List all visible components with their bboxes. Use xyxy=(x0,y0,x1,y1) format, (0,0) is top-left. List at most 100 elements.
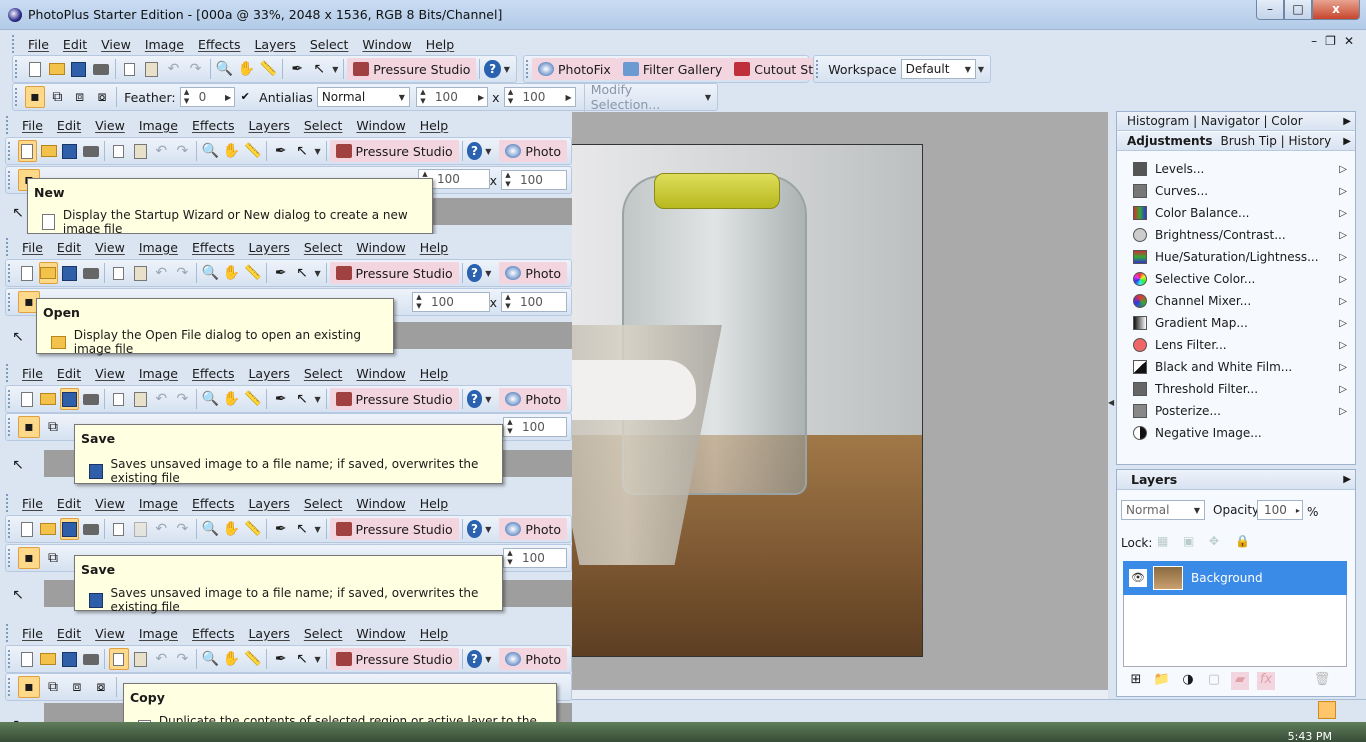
lock-all-icon[interactable]: 🔒 xyxy=(1235,534,1250,548)
adjustment-item[interactable]: Curves... ▷ xyxy=(1117,180,1355,202)
menu-effects[interactable]: Effects xyxy=(185,366,242,381)
add-selection-icon[interactable]: ⧉ xyxy=(42,676,64,698)
doc-close-button[interactable]: ✕ xyxy=(1344,34,1354,48)
undo-icon[interactable]: ↶ xyxy=(152,140,171,162)
chevron-right-icon[interactable]: ▷ xyxy=(1339,406,1347,417)
copy-icon[interactable] xyxy=(109,388,128,410)
adjustment-item[interactable]: Negative Image... xyxy=(1117,422,1355,444)
menu-file[interactable]: File xyxy=(21,37,56,52)
menu-help[interactable]: Help xyxy=(413,626,456,641)
height-input[interactable]: ▲ ▼ 100 xyxy=(503,548,567,568)
menu-file[interactable]: File xyxy=(15,626,50,641)
color-picker-icon[interactable]: ✒ xyxy=(271,262,290,284)
save-disk-icon[interactable] xyxy=(60,140,79,162)
menu-file[interactable]: File xyxy=(15,118,50,133)
new-file-icon[interactable] xyxy=(17,140,38,162)
hand-icon[interactable]: ✋ xyxy=(222,262,241,284)
new-file-icon[interactable] xyxy=(18,518,37,540)
menu-file[interactable]: File xyxy=(15,496,50,511)
pointer-icon[interactable]: ↖ xyxy=(309,58,329,80)
pointer-icon[interactable]: ↖ xyxy=(292,262,311,284)
print-icon[interactable] xyxy=(81,262,100,284)
lock-transparency-icon[interactable]: ▦ xyxy=(1157,534,1168,548)
menu-effects[interactable]: Effects xyxy=(191,37,248,52)
chevron-right-icon[interactable]: ▷ xyxy=(1339,252,1347,263)
ruler-icon[interactable]: 📏 xyxy=(243,140,262,162)
menu-select[interactable]: Select xyxy=(303,37,356,52)
menu-view[interactable]: View xyxy=(94,37,138,52)
menu-window[interactable]: Window xyxy=(355,37,418,52)
menu-help[interactable]: Help xyxy=(413,240,456,255)
new-selection-icon[interactable]: ▪ xyxy=(18,547,40,569)
menu-view[interactable]: View xyxy=(88,118,132,133)
adjustment-item[interactable]: Channel Mixer... ▷ xyxy=(1117,290,1355,312)
open-folder-icon[interactable] xyxy=(39,140,58,162)
filter-gallery-button[interactable]: Filter Gallery xyxy=(616,58,729,80)
menu-image[interactable]: Image xyxy=(132,118,185,133)
menu-effects[interactable]: Effects xyxy=(185,118,242,133)
color-picker-icon[interactable]: ✒ xyxy=(271,140,290,162)
open-folder-icon[interactable] xyxy=(39,388,58,410)
menu-select[interactable]: Select xyxy=(297,118,350,133)
toolbar-options-icon[interactable]: ▼ xyxy=(978,65,984,74)
width-input[interactable]: ▲▼100 xyxy=(412,292,490,312)
delete-layer-icon[interactable]: 🗑 xyxy=(1313,672,1331,690)
subtract-selection-icon[interactable]: ⧈ xyxy=(66,676,88,698)
help-icon[interactable]: ? xyxy=(466,520,483,538)
subtract-selection-icon[interactable]: ⧈ xyxy=(70,86,90,108)
save-disk-icon[interactable] xyxy=(60,262,79,284)
print-icon[interactable] xyxy=(81,648,100,670)
toolbar-options-icon[interactable]: ▼ xyxy=(504,65,510,74)
paste-icon[interactable] xyxy=(131,140,150,162)
save-disk-icon[interactable] xyxy=(69,58,89,80)
print-icon[interactable] xyxy=(81,140,100,162)
undo-icon[interactable]: ↶ xyxy=(152,648,171,670)
menu-help[interactable]: Help xyxy=(413,118,456,133)
ruler-icon[interactable]: 📏 xyxy=(243,388,262,410)
adjustment-item[interactable]: Posterize... ▷ xyxy=(1117,400,1355,422)
menu-effects[interactable]: Effects xyxy=(185,240,242,255)
lock-position-icon[interactable]: ✥ xyxy=(1209,534,1219,548)
menu-select[interactable]: Select xyxy=(297,496,350,511)
add-selection-icon[interactable]: ⧉ xyxy=(42,547,64,569)
new-group-icon[interactable]: 📁 xyxy=(1153,672,1171,690)
menu-file[interactable]: File xyxy=(15,240,50,255)
close-button[interactable]: x xyxy=(1312,0,1360,20)
toolbar-options-icon[interactable]: ▼ xyxy=(705,93,711,102)
new-file-icon[interactable] xyxy=(25,58,45,80)
menu-window[interactable]: Window xyxy=(349,118,412,133)
menu-image[interactable]: Image xyxy=(132,496,185,511)
pressure-studio-button[interactable]: Pressure Studio xyxy=(329,518,459,540)
chevron-right-icon[interactable]: ▷ xyxy=(1339,362,1347,373)
panel-tabs-top[interactable]: Histogram | Navigator | Color ▶ xyxy=(1117,112,1355,131)
menu-view[interactable]: View xyxy=(88,496,132,511)
height-input[interactable]: ▲ ▼ 100 xyxy=(501,170,567,190)
adjustment-item[interactable]: Brightness/Contrast... ▷ xyxy=(1117,224,1355,246)
menu-layers[interactable]: Layers xyxy=(241,366,296,381)
panel-menu-icon[interactable]: ▶ xyxy=(1343,136,1351,147)
new-file-icon[interactable] xyxy=(18,262,37,284)
print-icon[interactable] xyxy=(81,518,100,540)
menu-window[interactable]: Window xyxy=(349,366,412,381)
adjustment-item[interactable]: Lens Filter... ▷ xyxy=(1117,334,1355,356)
adjustment-item[interactable]: Hue/Saturation/Lightness... ▷ xyxy=(1117,246,1355,268)
redo-icon[interactable]: ↷ xyxy=(173,140,192,162)
panel-collapse-handle[interactable]: ◀ xyxy=(1108,112,1116,689)
intersect-selection-icon[interactable]: ⧇ xyxy=(92,86,112,108)
hand-icon[interactable]: ✋ xyxy=(222,140,241,162)
pressure-studio-button[interactable]: Pressure Studio xyxy=(329,648,459,670)
intersect-selection-icon[interactable]: ⧇ xyxy=(90,676,112,698)
ruler-icon[interactable]: 📏 xyxy=(243,648,262,670)
copy-icon[interactable] xyxy=(109,140,128,162)
chevron-right-icon[interactable]: ▷ xyxy=(1339,340,1347,351)
menu-effects[interactable]: Effects xyxy=(185,496,242,511)
photofix-button[interactable]: Photo xyxy=(499,140,568,162)
fit-window-icon[interactable] xyxy=(1318,701,1336,719)
paste-icon[interactable] xyxy=(131,262,150,284)
feather-input[interactable]: ▲ ▼ 0 ▶ xyxy=(179,87,236,107)
menu-layers[interactable]: Layers xyxy=(241,118,296,133)
help-icon[interactable]: ? xyxy=(466,142,483,160)
photofix-button[interactable]: Photo xyxy=(499,388,568,410)
maximize-button[interactable]: □ xyxy=(1284,0,1312,20)
menu-edit[interactable]: Edit xyxy=(50,626,88,641)
